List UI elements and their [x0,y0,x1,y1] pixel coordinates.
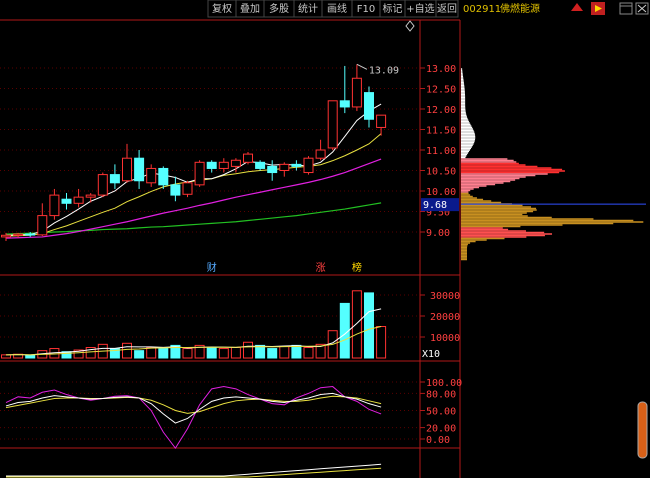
volume-unit-label: X10 [422,349,440,360]
candle-down [339,100,350,108]
candle-down [170,184,181,196]
candle-up [351,77,362,108]
toolbar-button-label: 画线 [327,2,347,15]
volume-bar-down [364,292,374,359]
thermometer-icon[interactable] [637,401,648,459]
candle-up [279,163,290,172]
candle-up [1,234,11,238]
event-marker: 财 [207,261,217,274]
event-marker: 榜 [352,261,362,274]
kdj-tick-label: 0.00 [426,435,450,446]
price-tick-label: 13.00 [426,64,456,75]
price-tick-label: 12.00 [426,105,456,116]
toolbar-button-label: 叠加 [240,3,260,15]
volume-bar-up [146,347,157,359]
candle-up [122,157,132,182]
volume-bar-up [351,290,362,359]
volume-bar-down [291,344,302,359]
candle-up [315,149,326,159]
stock-chart: 复权 叠加 多股 统计 画线 F10 标记 +自选 返回 002911 佛燃能源 13.09 财 涨… [0,0,650,478]
candle-down [206,161,217,169]
candle-up [182,182,193,195]
toolbar-button-label: +自选 [406,2,434,15]
candle-up [13,233,24,236]
candle-down [364,92,374,120]
price-tick-label: 10.00 [426,187,456,198]
volume-bar-up [1,354,11,359]
volume-tick-label: 30000 [430,291,460,302]
volume-bar-down [134,350,145,359]
candle-down [134,157,145,182]
candle-up [85,194,96,198]
volume-bar-up [230,347,241,359]
volume-tick-label: 20000 [430,312,460,323]
kdj-tick-label: 20.00 [426,424,456,435]
volume-bar-up [122,342,132,359]
volume-bar-down [158,347,169,359]
candle-up [194,161,205,186]
candle-up [303,157,314,174]
stock-code: 002911 [463,4,501,15]
volume-bar-up [182,348,193,359]
volume-bar-down [255,344,266,359]
toolbar-button-label: 标记 [383,3,403,15]
toolbar-button-label: 复权 [212,2,232,15]
volume-bar-up [279,345,290,359]
volume-bar-up [303,347,314,359]
price-tick-label: 11.00 [426,146,456,157]
volume-bar-down [206,347,217,359]
price-tick-label: 9.00 [426,228,450,239]
stock-name: 佛燃能源 [500,2,540,15]
kdj-tick-label: 100.00 [426,378,462,389]
volume-bar-up [218,348,229,359]
candle-down [109,174,120,184]
volume-bar-down [267,348,278,359]
candle-down [61,198,72,204]
toolbar-button-label: F10 [357,4,375,15]
candle-up [146,167,157,184]
toolbar-button-label: 多股 [269,2,289,15]
candle-up [49,194,60,217]
price-tick-label: 11.50 [426,126,456,137]
price-tick-label: 10.50 [426,167,456,178]
high-marker-label: 13.09 [369,65,399,76]
candle-up [376,114,387,128]
candle-up [37,215,48,236]
candle-up [243,153,253,163]
toolbar: 复权 叠加 多股 统计 画线 F10 标记 +自选 返回 [207,0,459,18]
candle-up [218,161,229,169]
kdj-tick-label: 50.00 [426,407,456,418]
candle-down [25,233,36,236]
toolbar-button-label: 统计 [298,2,318,15]
volume-bar-up [243,341,253,359]
volume-bar-down [25,354,36,359]
candle-up [327,100,338,149]
kdj-tick-label: 80.00 [426,389,456,400]
candle-down [158,167,169,186]
candle-down [291,163,302,167]
toolbar-button-label: 返回 [437,3,457,15]
event-marker: 涨 [316,262,326,274]
current-price-label: 9.68 [423,200,447,211]
candle-up [230,159,241,167]
volume-bar-up [376,326,387,359]
candle-up [73,196,84,204]
candle-up [97,174,108,196]
candle-down [255,161,266,169]
volume-tick-label: 10000 [430,333,460,344]
price-tick-label: 12.50 [426,85,456,96]
candle-down [267,165,278,174]
